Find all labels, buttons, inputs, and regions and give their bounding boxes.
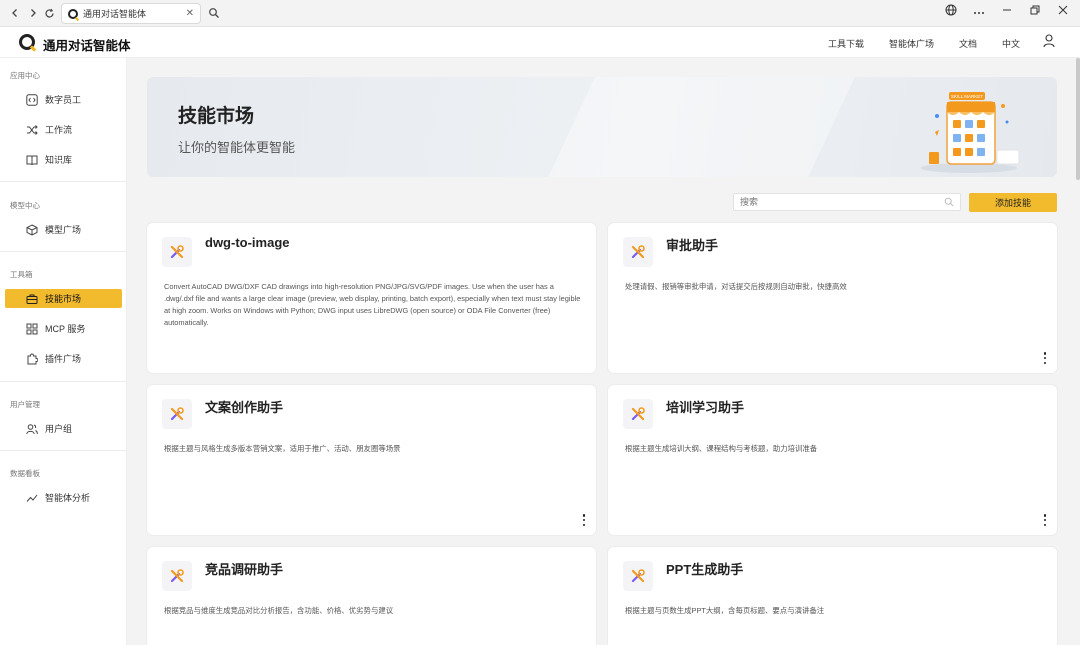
close-window-icon[interactable] [1056,5,1070,18]
skill-card[interactable]: 培训学习助手 根据主题生成培训大纲、课程结构与考核题，助力培训准备 [608,385,1057,535]
sidebar-item-digital-employee[interactable]: 数字员工 [5,90,122,109]
sidebar-item-label: 知识库 [45,155,73,165]
reload-icon[interactable] [41,5,57,21]
skill-tool-icon [623,561,653,591]
skill-card[interactable]: PPT生成助手 根据主题与页数生成PPT大纲，含每页标题、要点与演讲备注 [608,547,1057,645]
search-icon[interactable] [944,197,954,207]
sidebar-item-label: MCP 服务 [45,324,86,334]
sidebar-item-plugin-square[interactable]: 插件广场 [5,349,122,368]
sidebar-divider [0,450,127,451]
skill-card[interactable]: 审批助手 处理请假、报销等审批申请，对话提交后按规则自动审批，快捷高效 [608,223,1057,373]
code-bracket-icon [26,93,38,106]
nav-tool-download[interactable]: 工具下载 [828,37,864,50]
nav-agent-square[interactable]: 智能体广场 [889,37,934,50]
restore-icon[interactable] [1028,5,1042,18]
sidebar-item-user-group[interactable]: 用户组 [5,419,122,438]
sidebar-item-workflow[interactable]: 工作流 [5,120,122,139]
nav-language[interactable]: 中文 [1002,37,1020,50]
skill-tool-icon [623,399,653,429]
sidebar-divider [0,181,127,182]
sidebar-item-label: 智能体分析 [45,493,91,503]
add-skill-button[interactable]: 添加技能 [969,193,1057,212]
section-title-toolbox: 工具箱 [10,270,33,279]
sidebar-item-agent-analytics[interactable]: 智能体分析 [5,488,122,507]
skill-card-title: 审批助手 [666,238,719,253]
book-icon [26,155,38,165]
skill-card-title: dwg-to-image [205,235,290,250]
trend-icon [26,494,38,502]
app-title: 通用对话智能体 [43,39,131,53]
sidebar: 应用中心 数字员工 工作流 知识库 模型中心 模型广场 工具箱 技能市场 MCP… [0,58,127,645]
back-icon[interactable] [7,5,23,21]
skill-tool-icon [162,237,192,267]
skill-card-title: 竞品调研助手 [205,562,284,577]
sidebar-item-label: 用户组 [45,424,73,434]
skill-card-description: Convert AutoCAD DWG/DXF CAD drawings int… [164,282,581,327]
skill-market-illustration: SKILL MARKET [921,92,1020,173]
search-input[interactable] [733,193,961,211]
sidebar-item-skill-market[interactable]: 技能市场 [5,289,122,308]
tab-close-icon[interactable]: ✕ [186,8,194,19]
skill-card-title: 培训学习助手 [666,400,745,415]
skill-card[interactable]: 文案创作助手 根据主题与风格生成多版本营销文案，适用于推广、活动、朋友圈等场景 [147,385,596,535]
briefcase-icon [26,294,38,304]
globe-icon[interactable] [944,4,958,19]
grid-icon [26,323,38,334]
skill-card-description: 根据主题与页数生成PPT大纲，含每页标题、要点与演讲备注 [625,606,825,615]
app-header: 通用对话智能体 工具下载 智能体广场 文档 中文 [0,27,1080,58]
app-logo-icon [19,34,35,50]
skill-card-description: 根据主题生成培训大纲、课程结构与考核题，助力培训准备 [625,444,818,453]
skill-tool-icon [162,561,192,591]
more-options-icon[interactable] [581,514,587,526]
skill-tool-icon [162,399,192,429]
skill-card-description: 根据竞品与维度生成竞品对比分析报告，含功能、价格、优劣势与建议 [164,606,394,615]
sidebar-item-label: 数字员工 [45,95,82,105]
section-title-model-center: 模型中心 [10,201,40,210]
skill-card-description: 根据主题与风格生成多版本营销文案，适用于推广、活动、朋友圈等场景 [164,444,401,453]
users-icon [26,423,38,434]
tab-search-icon[interactable] [208,7,220,19]
sidebar-item-model-square[interactable]: 模型广场 [5,220,122,239]
banner-subtitle: 让你的智能体更智能 [178,140,296,155]
favicon-icon [68,8,78,19]
more-options-icon[interactable] [1042,514,1048,526]
forward-icon[interactable] [25,5,41,21]
section-title-dashboard: 数据看板 [10,469,40,478]
more-menu-icon[interactable] [972,6,986,18]
skill-card[interactable]: dwg-to-image Convert AutoCAD DWG/DXF CAD… [147,223,596,373]
sidebar-divider [0,381,127,382]
skill-card-title: 文案创作助手 [205,400,284,415]
sidebar-item-mcp-service[interactable]: MCP 服务 [5,319,122,338]
shuffle-icon [27,124,38,135]
cube-icon [26,223,38,236]
page-scrollbar[interactable] [1076,58,1080,180]
nav-docs[interactable]: 文档 [959,37,977,50]
user-icon[interactable] [1043,34,1055,48]
skill-card-description: 处理请假、报销等审批申请，对话提交后按规则自动审批，快捷高效 [625,282,847,291]
sidebar-item-label: 插件广场 [45,354,82,364]
sidebar-divider [0,251,127,252]
sidebar-item-knowledge-base[interactable]: 知识库 [5,150,122,169]
skill-tool-icon [623,237,653,267]
illustration-sign: SKILL MARKET [951,94,983,99]
puzzle-icon [27,352,38,364]
section-title-user-management: 用户管理 [10,400,40,409]
sidebar-item-label: 技能市场 [45,294,82,304]
minimize-icon[interactable] [1000,5,1014,18]
browser-chrome: 通用对话智能体 ✕ [0,0,1080,27]
skill-market-banner: 技能市场 让你的智能体更智能 SKILL MARKET [147,77,1057,177]
more-options-icon[interactable] [1042,352,1048,364]
skill-card-title: PPT生成助手 [666,562,744,577]
top-nav: 工具下载 智能体广场 文档 中文 [828,37,1020,50]
sidebar-item-label: 工作流 [45,125,73,135]
sidebar-item-label: 模型广场 [45,225,82,235]
section-title-app-center: 应用中心 [10,71,40,80]
banner-title: 技能市场 [178,106,255,127]
tab-title: 通用对话智能体 [83,9,147,19]
browser-tab[interactable]: 通用对话智能体 ✕ [61,3,201,24]
skill-card[interactable]: 竞品调研助手 根据竞品与维度生成竞品对比分析报告，含功能、价格、优劣势与建议 [147,547,596,645]
